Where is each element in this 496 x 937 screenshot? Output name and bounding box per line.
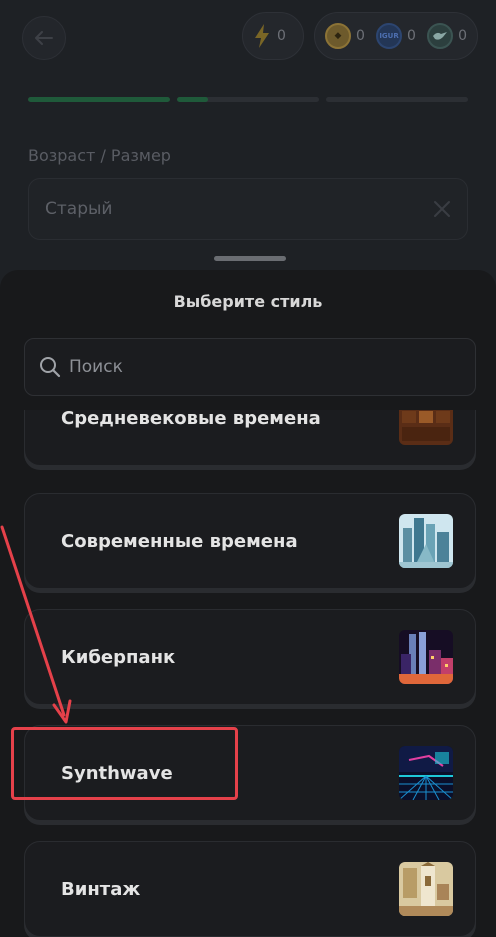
style-option-cyberpunk[interactable]: Киберпанк (24, 609, 476, 705)
progress-segment (326, 97, 468, 102)
progress-segment (28, 97, 170, 102)
sheet-drag-handle[interactable] (214, 256, 286, 261)
lightning-icon (255, 24, 269, 48)
modern-city-thumbnail (399, 514, 453, 568)
vintage-thumbnail (399, 862, 453, 916)
igur-token-count: 0 (407, 28, 416, 44)
search-input[interactable] (69, 357, 449, 377)
gold-token-count: 0 (356, 28, 365, 44)
token-balances[interactable]: ◆ 0 IGUR 0 0 (314, 12, 478, 60)
age-size-label: Возраст / Размер (28, 146, 171, 165)
igur-coin-icon: IGUR (376, 23, 403, 49)
bird-token-count: 0 (458, 28, 467, 44)
step-progress (28, 97, 468, 102)
igur-token: IGUR 0 (376, 23, 416, 49)
style-option-vintage[interactable]: Винтаж (24, 841, 476, 937)
style-option-label: Киберпанк (61, 646, 176, 668)
style-list[interactable]: Средневековые времена Современные времен… (0, 410, 496, 937)
style-option-medieval[interactable]: Средневековые времена (24, 410, 476, 466)
age-size-field[interactable]: Старый (28, 178, 468, 240)
style-option-modern-times[interactable]: Современные времена (24, 493, 476, 589)
gold-token: ◆ 0 (325, 23, 365, 49)
style-option-label: Synthwave (61, 762, 173, 784)
style-option-label: Винтаж (61, 878, 141, 900)
synthwave-thumbnail (399, 746, 453, 800)
sheet-title: Выберите стиль (173, 292, 323, 311)
style-picker-sheet: Выберите стиль Средневековые времена (0, 270, 496, 937)
style-option-synthwave[interactable]: Synthwave (24, 725, 476, 821)
medieval-thumbnail (399, 410, 453, 445)
background-screen: 0 ◆ 0 IGUR 0 0 Возраст / Размер Старый (0, 0, 496, 290)
search-icon (40, 357, 61, 378)
arrow-left-icon (35, 31, 53, 45)
cyberpunk-thumbnail (399, 630, 453, 684)
energy-count: 0 (277, 28, 286, 44)
bird-token: 0 (427, 23, 467, 49)
progress-segment (177, 97, 319, 102)
clear-icon[interactable] (433, 200, 451, 218)
back-button[interactable] (22, 16, 66, 60)
age-size-value: Старый (45, 199, 113, 219)
energy-balance[interactable]: 0 (242, 12, 304, 60)
bird-coin-icon (427, 23, 454, 49)
coin-gold-icon: ◆ (325, 23, 351, 49)
search-box[interactable] (24, 338, 476, 396)
style-option-label: Средневековые времена (61, 410, 321, 429)
style-option-label: Современные времена (61, 530, 298, 552)
